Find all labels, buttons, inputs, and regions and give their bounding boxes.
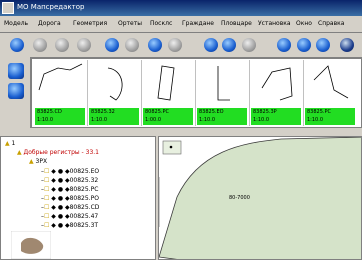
layer-tree: ▲ 1 ▲ Добрые регистры - 33.1 ▲ 3РХ –☐ ◆ …: [0, 136, 156, 260]
tree-item[interactable]: –☐ ◆ ● ◆80825.PC: [41, 186, 98, 193]
thumbnail-2[interactable]: 83825.32 1:10.0: [88, 60, 142, 126]
help-icon[interactable]: [297, 38, 311, 52]
preview-thumbnail: [11, 231, 51, 259]
menu-item-citizens[interactable]: Граждане: [182, 20, 214, 27]
thumbnail-3[interactable]: 80825.PC 1:00.0: [142, 60, 196, 126]
map-view[interactable]: 80-7000: [158, 136, 362, 260]
map-canvas: [159, 137, 361, 259]
print-icon[interactable]: [277, 38, 291, 52]
thumbnail-label: 80825.PC 1:00.0: [143, 108, 193, 125]
view-icon[interactable]: [8, 63, 24, 79]
thumbnail-5[interactable]: 83825.3P 1:10.0: [250, 60, 304, 126]
sync-icon[interactable]: [148, 38, 162, 52]
folder-icon: ▲: [17, 149, 22, 156]
menu-item-road[interactable]: Дорога: [38, 20, 61, 27]
tree-item[interactable]: –☐ ◆ ● ◆80825.CD: [41, 204, 99, 211]
refresh-icon[interactable]: [204, 38, 218, 52]
menu-item-settings[interactable]: Установка: [258, 20, 291, 27]
folder-icon: ▲: [29, 158, 34, 165]
menu-bar: Модель Дорога Геометрия Ортеты Посклс Гр…: [0, 16, 362, 33]
tree-item[interactable]: –☐ ◆ ● ◆00825.47: [41, 213, 98, 220]
globe-icon[interactable]: [168, 38, 182, 52]
tree-item[interactable]: –☐ ◆ ● ◆80825.3T: [41, 222, 98, 229]
menu-item-geometry[interactable]: Геометрия: [73, 20, 107, 27]
up-icon[interactable]: [77, 38, 91, 52]
app-icon: [2, 2, 14, 14]
menu-item-search[interactable]: Посклс: [150, 20, 172, 27]
thumbnail-label: 83825.32 1:10.0: [89, 108, 139, 125]
menu-item-orts[interactable]: Ортеты: [118, 20, 142, 27]
side-toolbar: [0, 57, 31, 128]
map-label: 80-7000: [229, 195, 250, 201]
tree-item[interactable]: –☐ ◆ ● ◆00825.EO: [41, 168, 99, 175]
menu-item-window[interactable]: Окно: [296, 20, 312, 27]
nav-icon[interactable]: [125, 38, 139, 52]
thumbnail-label: 83825.CD 1:10.0: [35, 108, 85, 125]
exit-icon[interactable]: [316, 38, 330, 52]
toolbar: [0, 33, 362, 58]
menu-item-help[interactable]: Справка: [318, 20, 344, 27]
tree-item[interactable]: –☐ ◆ ● ◆00825.32: [41, 177, 98, 184]
title-bar: MO Мапсредактор: [0, 0, 362, 16]
tree-sub[interactable]: ▲ 3РХ: [29, 158, 47, 165]
thumbnail-4[interactable]: 83825.EO 1:10.0: [196, 60, 250, 126]
back-icon[interactable]: [33, 38, 47, 52]
map-icon[interactable]: [8, 83, 24, 99]
thumbnail-strip: 83825.CD 1:10.0 83825.32 1:10.0 80825.PC 1:…: [31, 58, 362, 128]
thumbnail-1[interactable]: 83825.CD 1:10.0: [34, 60, 88, 126]
record-icon[interactable]: [10, 38, 24, 52]
menu-item-swimmers[interactable]: Пловцаре: [221, 20, 252, 27]
tree-item[interactable]: –☐ ◆ ● ◆80825.PO: [41, 195, 99, 202]
thumbnail-label: 83825.EO 1:10.0: [197, 108, 247, 125]
tree-root[interactable]: ▲ 1: [5, 140, 15, 147]
folder-icon: ▲: [5, 140, 10, 147]
thumbnail-label: 83825.3P 1:10.0: [251, 108, 301, 125]
layer-icon[interactable]: [105, 38, 119, 52]
home-icon[interactable]: [242, 38, 256, 52]
panel-splitter[interactable]: [0, 128, 362, 136]
forward-icon[interactable]: [55, 38, 69, 52]
close-icon[interactable]: [340, 38, 354, 52]
window-title: MO Мапсредактор: [17, 3, 85, 11]
menu-item-model[interactable]: Модель: [4, 20, 28, 27]
thumbnail-label: 83825.PC 1:10.0: [305, 108, 355, 125]
zoom-icon[interactable]: [222, 38, 236, 52]
thumbnail-6[interactable]: 83825.PC 1:10.0: [304, 60, 357, 126]
tree-group[interactable]: ▲ Добрые регистры - 33.1: [17, 149, 99, 156]
